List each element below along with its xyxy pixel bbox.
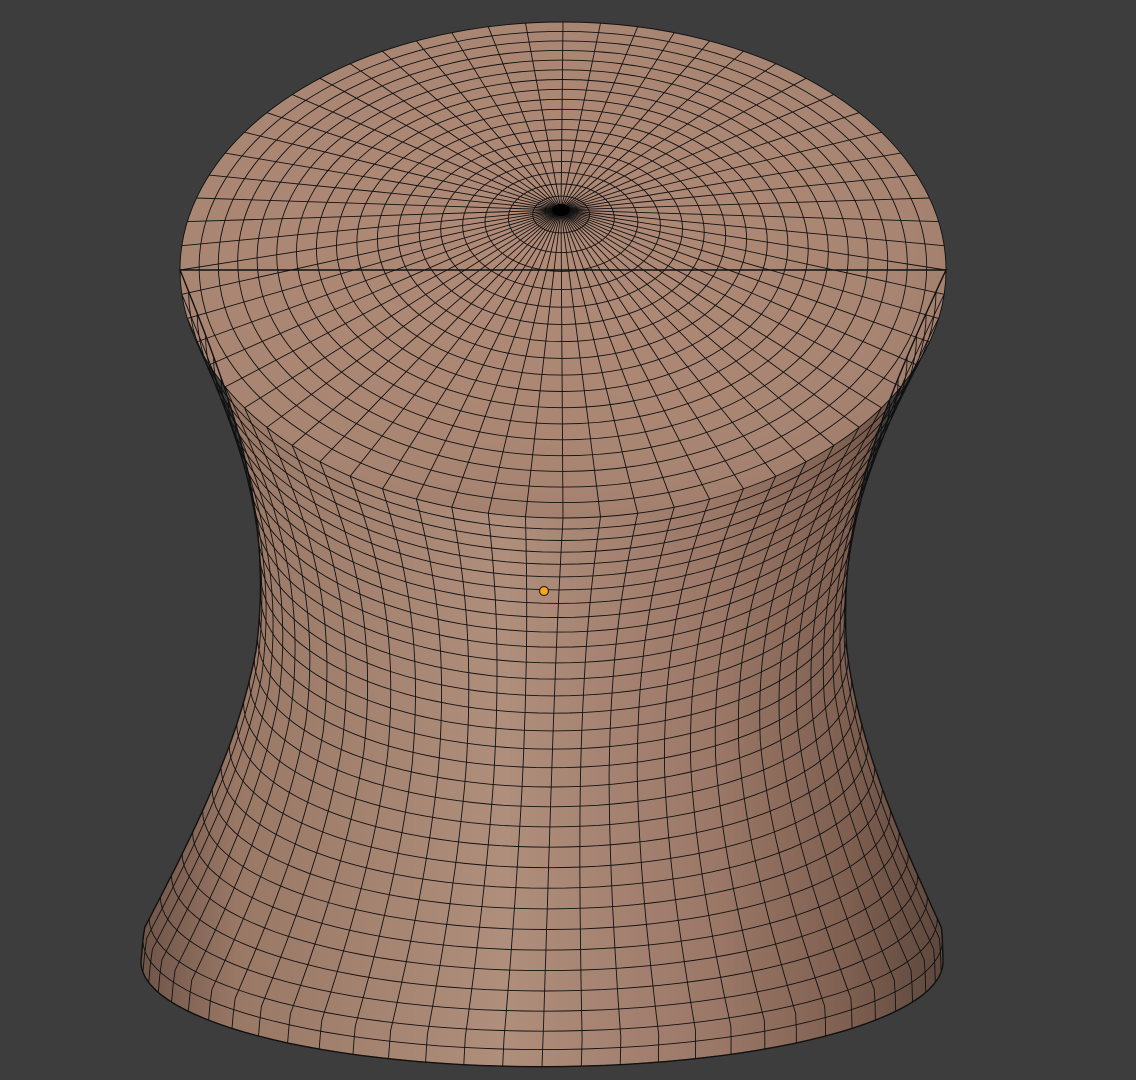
3d-viewport[interactable] bbox=[0, 0, 1136, 1080]
mesh-pole-vertex[interactable] bbox=[552, 204, 570, 216]
object-origin-marker[interactable] bbox=[538, 585, 550, 597]
viewport-canvas[interactable] bbox=[0, 0, 1136, 1080]
cork-mesh[interactable] bbox=[140, 21, 948, 1068]
